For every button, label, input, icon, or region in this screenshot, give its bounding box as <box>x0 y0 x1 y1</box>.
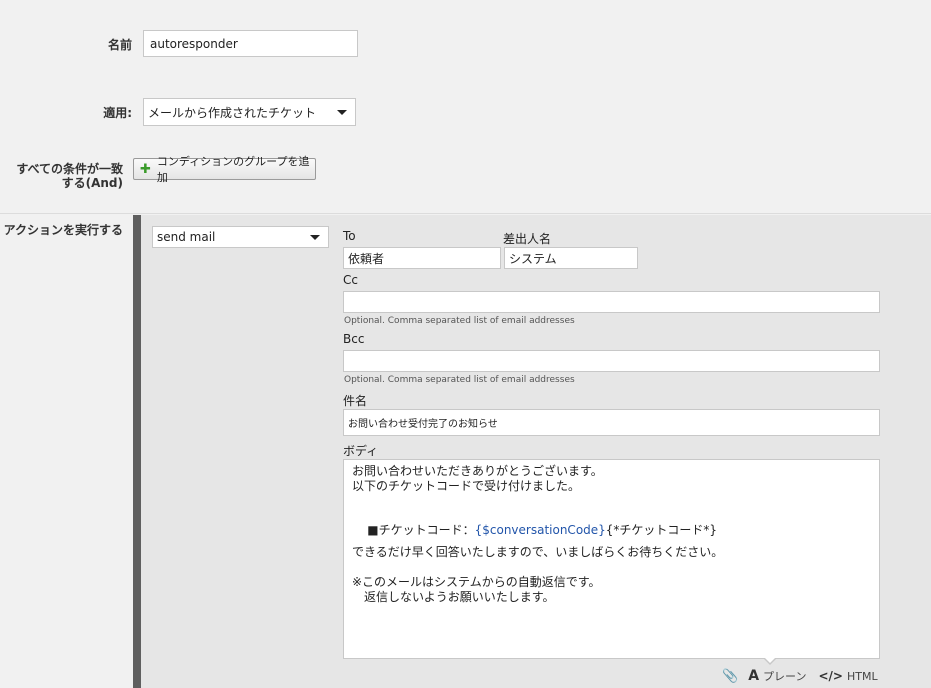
chevron-down-icon <box>310 234 320 240</box>
body-line: 返信しないようお願いいたします。 <box>352 590 555 604</box>
subject-input[interactable]: お問い合わせ受付完了のお知らせ <box>343 409 880 436</box>
body-blank-line <box>352 560 871 575</box>
bcc-hint: Optional. Comma separated list of email … <box>344 375 575 385</box>
sender-name-input[interactable]: システム <box>504 247 638 269</box>
plain-format-button[interactable]: A プレーン <box>748 668 806 684</box>
body-line: ■チケットコード：{$conversationCode}{*チケットコード*} <box>352 508 871 537</box>
body-blank-line <box>352 494 871 501</box>
format-pointer-inner <box>764 657 776 663</box>
cc-input[interactable] <box>343 291 880 313</box>
body-line: ※このメールはシステムからの自動返信です。 <box>352 575 601 589</box>
sender-name-label: 差出人名 <box>503 232 552 246</box>
plain-format-label: プレーン <box>763 670 807 683</box>
body-label: ボディ <box>343 444 379 458</box>
to-input[interactable]: 依頼者 <box>343 247 501 269</box>
paperclip-icon[interactable]: 📎 <box>722 669 738 684</box>
ticket-code-suffix: {*チケットコード*} <box>605 523 718 537</box>
cc-hint: Optional. Comma separated list of email … <box>344 316 575 326</box>
ticket-code-prefix: ■チケットコード： <box>367 523 475 537</box>
section-divider <box>0 213 931 214</box>
body-line: できるだけ早く回答いたしますので、いましばらくお待ちください。 <box>352 545 724 559</box>
body-line: お問い合わせいただきありがとうございます。 <box>352 464 603 478</box>
subject-label: 件名 <box>343 394 368 408</box>
action-side-bar <box>133 215 141 688</box>
code-icon: </> <box>818 669 843 683</box>
action-type-value: send mail <box>157 230 216 244</box>
bcc-label: Bcc <box>343 332 365 346</box>
apply-select[interactable]: メールから作成されたチケット <box>143 98 356 126</box>
name-label: 名前 <box>107 38 132 52</box>
conditions-label-line1: すべての条件が一致 <box>16 162 123 176</box>
action-type-select[interactable]: send mail <box>152 226 329 248</box>
text-a-icon: A <box>748 668 760 684</box>
actions-label: アクションを実行する <box>3 223 123 237</box>
to-label: To <box>343 229 356 243</box>
name-input[interactable]: autoresponder <box>143 30 358 57</box>
bcc-input[interactable] <box>343 350 880 372</box>
chevron-down-icon <box>337 109 347 115</box>
add-condition-group-button[interactable]: ✚ コンディションのグループを追加 <box>133 155 316 184</box>
html-format-button[interactable]: </> HTML <box>818 669 877 683</box>
plus-icon: ✚ <box>140 161 151 177</box>
cc-label: Cc <box>343 273 358 287</box>
html-format-label: HTML <box>846 669 878 683</box>
apply-label: 適用: <box>103 106 132 120</box>
ticket-code-token: {$conversationCode} <box>474 523 606 537</box>
format-toolbar: 📎 A プレーン </> HTML <box>722 668 890 684</box>
apply-select-value: メールから作成されたチケット <box>148 105 317 120</box>
body-textarea[interactable]: お問い合わせいただきありがとうございます。 以下のチケットコードで受け付けました… <box>343 459 880 659</box>
add-condition-group-label: コンディションのグループを追加 <box>156 155 310 184</box>
conditions-label-line2: する(And) <box>61 176 123 190</box>
body-line: 以下のチケットコードで受け付けました。 <box>352 479 581 493</box>
conditions-label: すべての条件が一致 する(And) <box>0 162 123 190</box>
